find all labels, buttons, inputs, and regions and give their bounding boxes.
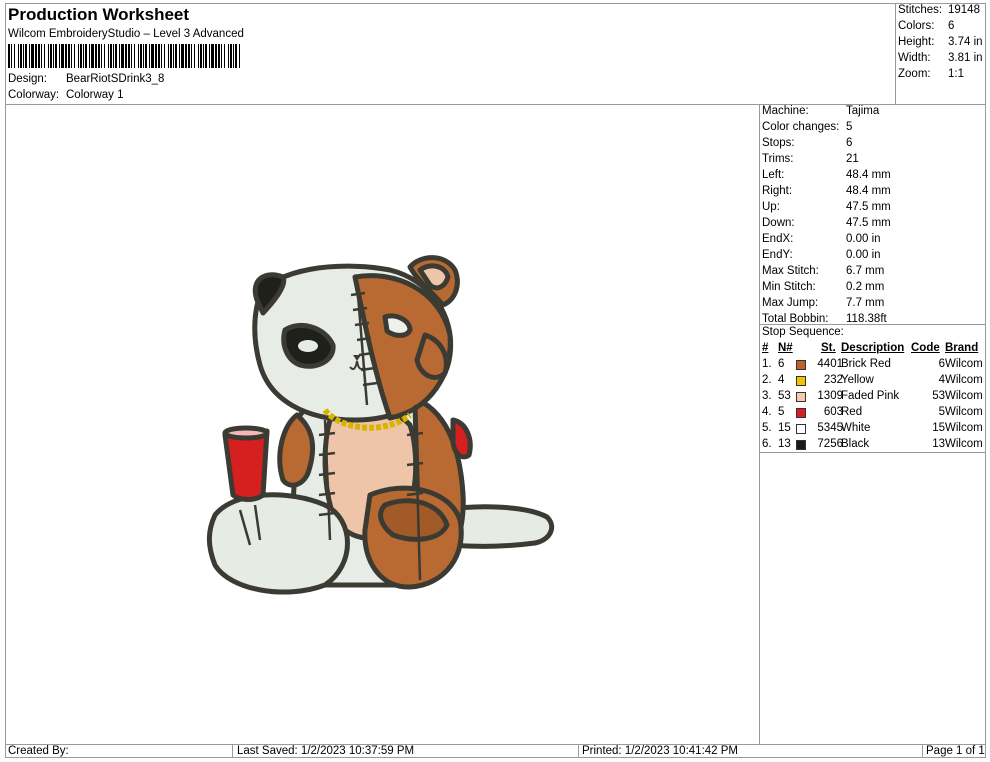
table-row: 5. 15 5345 White 15 Wilcom [762, 422, 984, 438]
row-number: 5. [762, 422, 772, 434]
design-label: Design: [8, 73, 47, 85]
color-swatch [796, 408, 806, 418]
embroidery-design-bear [206, 255, 555, 595]
footer-printed: Printed: 1/2/2023 10:41:42 PM [582, 745, 738, 757]
colorway-value: Colorway 1 [66, 89, 124, 101]
stats-divider [895, 3, 896, 104]
row-needle: 4 [778, 374, 785, 386]
table-row: 2. 4 232 Yellow 4 Wilcom [762, 374, 984, 390]
colorway-label: Colorway: [8, 89, 60, 101]
row-brand: Wilcom [945, 422, 983, 434]
row-number: 1. [762, 358, 772, 370]
row-needle: 15 [778, 422, 791, 434]
table-row: 6. 13 7256 Black 13 Wilcom [762, 438, 984, 454]
row-number: 4. [762, 406, 772, 418]
row-description: Black [841, 438, 870, 450]
design-value: BearRiotSDrink3_8 [66, 73, 165, 85]
row-code: 53 [932, 390, 945, 402]
page-title: Production Worksheet [8, 5, 190, 24]
row-number: 6. [762, 438, 772, 450]
color-swatch [796, 424, 806, 434]
row-description: Red [841, 406, 863, 418]
row-brand: Wilcom [945, 406, 983, 418]
row-description: Yellow [841, 374, 874, 386]
color-swatch [796, 376, 806, 386]
row-code: 13 [932, 438, 945, 450]
row-needle: 53 [778, 390, 791, 402]
row-stitches: 1309 [817, 390, 843, 402]
row-brand: Wilcom [945, 390, 983, 402]
table-row: 3. 53 1309 Faded Pink 53 Wilcom [762, 390, 984, 406]
footer-divider [5, 744, 986, 745]
barcode [8, 44, 240, 68]
row-brand: Wilcom [945, 374, 983, 386]
footer-sep-1 [232, 744, 233, 758]
row-brand: Wilcom [945, 438, 983, 450]
header-divider [5, 104, 986, 105]
row-description: Brick Red [841, 358, 891, 370]
row-needle: 13 [778, 438, 791, 450]
software-subtitle: Wilcom EmbroideryStudio – Level 3 Advanc… [8, 28, 244, 40]
row-number: 3. [762, 390, 772, 402]
row-description: White [841, 422, 871, 434]
table-row: 1. 6 4401 Brick Red 6 Wilcom [762, 358, 984, 374]
row-code: 15 [932, 422, 945, 434]
table-row: 4. 5 603 Red 5 Wilcom [762, 406, 984, 422]
row-description: Faded Pink [841, 390, 900, 402]
stop-sequence-title: Stop Sequence: [762, 326, 844, 338]
row-brand: Wilcom [945, 358, 983, 370]
footer-page-number: Page 1 of 1 [926, 745, 985, 757]
footer-sep-2 [578, 744, 579, 758]
info-divider [759, 104, 760, 744]
row-needle: 6 [778, 358, 785, 370]
table-header: # N# St. Description Code Brand [762, 342, 979, 354]
row-stitches: 4401 [817, 358, 843, 370]
row-needle: 5 [778, 406, 785, 418]
footer-last-saved: Last Saved: 1/2/2023 10:37:59 PM [237, 745, 415, 757]
footer-sep-3 [922, 744, 923, 758]
color-swatch [796, 392, 806, 402]
row-stitches: 7256 [817, 438, 843, 450]
row-number: 2. [762, 374, 772, 386]
footer-created-by: Created By: [8, 745, 69, 757]
color-swatch [796, 440, 806, 450]
row-stitches: 5345 [817, 422, 843, 434]
color-swatch [796, 360, 806, 370]
